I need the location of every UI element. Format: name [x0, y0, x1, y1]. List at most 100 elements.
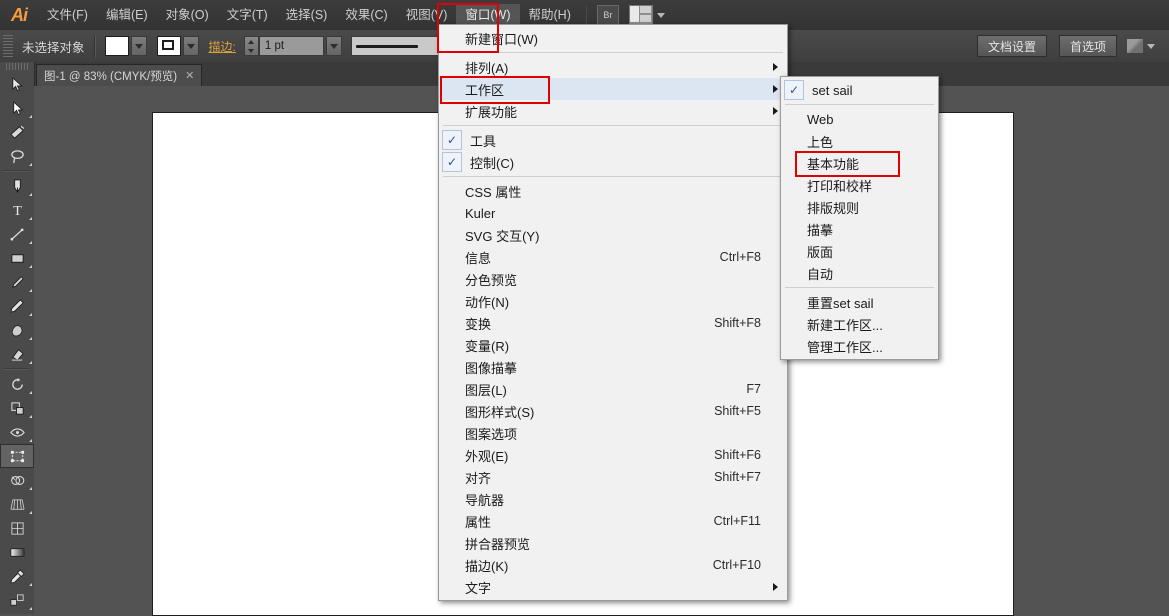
menu-file[interactable]: 文件(F) [38, 4, 97, 26]
tool-flyout-indicator [29, 511, 32, 514]
menu-item-pattern-options[interactable]: 图案选项 [439, 422, 787, 444]
workspace-item-manage[interactable]: 管理工作区... [781, 335, 938, 357]
shape-builder-tool[interactable] [0, 468, 34, 492]
tools-divider [4, 170, 30, 172]
menu-edit[interactable]: 编辑(E) [97, 4, 157, 26]
menu-item-shortcut: Shift+F7 [714, 470, 761, 484]
workspace-item-painting[interactable]: 上色 [781, 130, 938, 152]
rectangle-tool[interactable] [0, 246, 34, 270]
menu-item-tools[interactable]: ✓ 工具 [439, 129, 787, 151]
menu-help[interactable]: 帮助(H) [520, 4, 580, 26]
menu-item-type[interactable]: 文字 [439, 576, 787, 598]
window-dropdown-menu[interactable]: 新建窗口(W) 排列(A) 工作区 扩展功能 ✓ 工具 ✓ 控制(C) CSS … [438, 24, 788, 601]
workspace-item-set-sail[interactable]: ✓ set sail [781, 79, 938, 101]
stroke-profile-preview-icon [355, 44, 418, 48]
menu-window[interactable]: 窗口(W) [456, 4, 520, 26]
workspace-submenu[interactable]: ✓ set sail Web 上色 基本功能 打印和校样 排版规则 描摹 版面 … [780, 76, 939, 360]
tools-panel-grip[interactable] [6, 63, 28, 70]
menu-item-attributes[interactable]: 属性 Ctrl+F11 [439, 510, 787, 532]
workspace-item-typography[interactable]: 排版规则 [781, 196, 938, 218]
stroke-weight-stepper[interactable] [243, 36, 259, 56]
blob-brush-tool[interactable] [0, 318, 34, 342]
tools-panel: T [0, 62, 35, 614]
preferences-button[interactable]: 首选项 [1058, 35, 1117, 57]
stroke-weight-input[interactable]: 1 pt [258, 36, 324, 56]
menu-item-extensions[interactable]: 扩展功能 [439, 100, 787, 122]
menu-item-shortcut: Ctrl+F10 [712, 558, 761, 572]
menu-item-arrange[interactable]: 排列(A) [439, 56, 787, 78]
menu-object[interactable]: 对象(O) [157, 4, 218, 26]
menu-item-flattener-preview[interactable]: 拼合器预览 [439, 532, 787, 554]
workspace-item-printing-proofing[interactable]: 打印和校样 [781, 174, 938, 196]
menu-item-info[interactable]: 信息 Ctrl+F8 [439, 246, 787, 268]
menu-item-label: 管理工作区... [807, 339, 883, 355]
workspace-item-layout[interactable]: 版面 [781, 240, 938, 262]
menu-item-variables[interactable]: 变量(R) [439, 334, 787, 356]
menu-select[interactable]: 选择(S) [277, 4, 337, 26]
workspace-item-essentials[interactable]: 基本功能 [781, 152, 938, 174]
menu-item-appearance[interactable]: 外观(E) Shift+F6 [439, 444, 787, 466]
eyedropper-tool[interactable] [0, 564, 34, 588]
document-tab[interactable]: 图-1 @ 83% (CMYK/预览) ✕ [36, 64, 203, 86]
bridge-icon[interactable]: Br [596, 5, 619, 25]
blend-tool[interactable] [0, 588, 34, 612]
document-icon[interactable] [1127, 39, 1143, 53]
scale-tool[interactable] [0, 396, 34, 420]
pen-tool[interactable] [0, 174, 34, 198]
menu-item-image-trace[interactable]: 图像描摹 [439, 356, 787, 378]
stroke-weight-label[interactable]: 描边: [209, 38, 236, 55]
menu-item-css-properties[interactable]: CSS 属性 [439, 180, 787, 202]
menu-item-layers[interactable]: 图层(L) F7 [439, 378, 787, 400]
chevron-down-icon[interactable] [1147, 43, 1155, 49]
menu-item-control[interactable]: ✓ 控制(C) [439, 151, 787, 173]
fill-swatch[interactable] [104, 36, 129, 56]
workspace-item-new[interactable]: 新建工作区... [781, 313, 938, 335]
selection-tool[interactable] [0, 72, 34, 96]
chevron-down-icon [186, 43, 195, 49]
workspace-item-web[interactable]: Web [781, 108, 938, 130]
menu-item-label: 自动 [807, 266, 834, 282]
menu-item-stroke[interactable]: 描边(K) Ctrl+F10 [439, 554, 787, 576]
menu-item-navigator[interactable]: 导航器 [439, 488, 787, 510]
chevron-down-icon[interactable] [656, 12, 665, 18]
stroke-weight-dropdown-button[interactable] [325, 36, 342, 56]
paintbrush-tool[interactable] [0, 270, 34, 294]
menu-item-separation-preview[interactable]: 分色预览 [439, 268, 787, 290]
menu-item-transform[interactable]: 变换 Shift+F8 [439, 312, 787, 334]
width-tool[interactable] [0, 420, 34, 444]
pencil-tool[interactable] [0, 294, 34, 318]
type-tool[interactable]: T [0, 198, 34, 222]
control-bar-grip[interactable] [3, 35, 13, 57]
menu-item-kuler[interactable]: Kuler [439, 202, 787, 224]
magic-wand-tool[interactable] [0, 120, 34, 144]
direct-selection-tool[interactable] [0, 96, 34, 120]
lasso-tool[interactable] [0, 144, 34, 168]
workspace-item-automation[interactable]: 自动 [781, 262, 938, 284]
fill-dropdown-button[interactable] [130, 36, 147, 56]
menu-view[interactable]: 视图(V) [397, 4, 457, 26]
free-transform-tool[interactable] [0, 444, 34, 468]
eraser-tool[interactable] [0, 342, 34, 366]
workspace-item-reset[interactable]: 重置set sail [781, 291, 938, 313]
menu-item-workspace[interactable]: 工作区 [439, 78, 787, 100]
menu-type[interactable]: 文字(T) [218, 4, 277, 26]
document-setup-button[interactable]: 文档设置 [976, 35, 1047, 57]
menu-item-align[interactable]: 对齐 Shift+F7 [439, 466, 787, 488]
menu-item-actions[interactable]: 动作(N) [439, 290, 787, 312]
line-segment-tool[interactable] [0, 222, 34, 246]
gradient-tool[interactable] [0, 540, 34, 564]
menu-item-svg-interactivity[interactable]: SVG 交互(Y) [439, 224, 787, 246]
menu-effect[interactable]: 效果(C) [336, 4, 396, 26]
rotate-tool[interactable] [0, 372, 34, 396]
mesh-tool[interactable] [0, 516, 34, 540]
menu-item-new-window[interactable]: 新建窗口(W) [439, 27, 787, 49]
menu-item-label: 描摹 [807, 222, 834, 238]
stroke-swatch[interactable] [156, 36, 181, 56]
workspace-item-tracing[interactable]: 描摹 [781, 218, 938, 240]
stroke-dropdown-button[interactable] [182, 36, 199, 56]
close-icon[interactable]: ✕ [185, 69, 194, 82]
perspective-grid-tool[interactable] [0, 492, 34, 516]
menu-item-label: 工作区 [465, 82, 505, 98]
arrange-documents-icon[interactable] [628, 5, 653, 25]
menu-item-graphic-styles[interactable]: 图形样式(S) Shift+F5 [439, 400, 787, 422]
